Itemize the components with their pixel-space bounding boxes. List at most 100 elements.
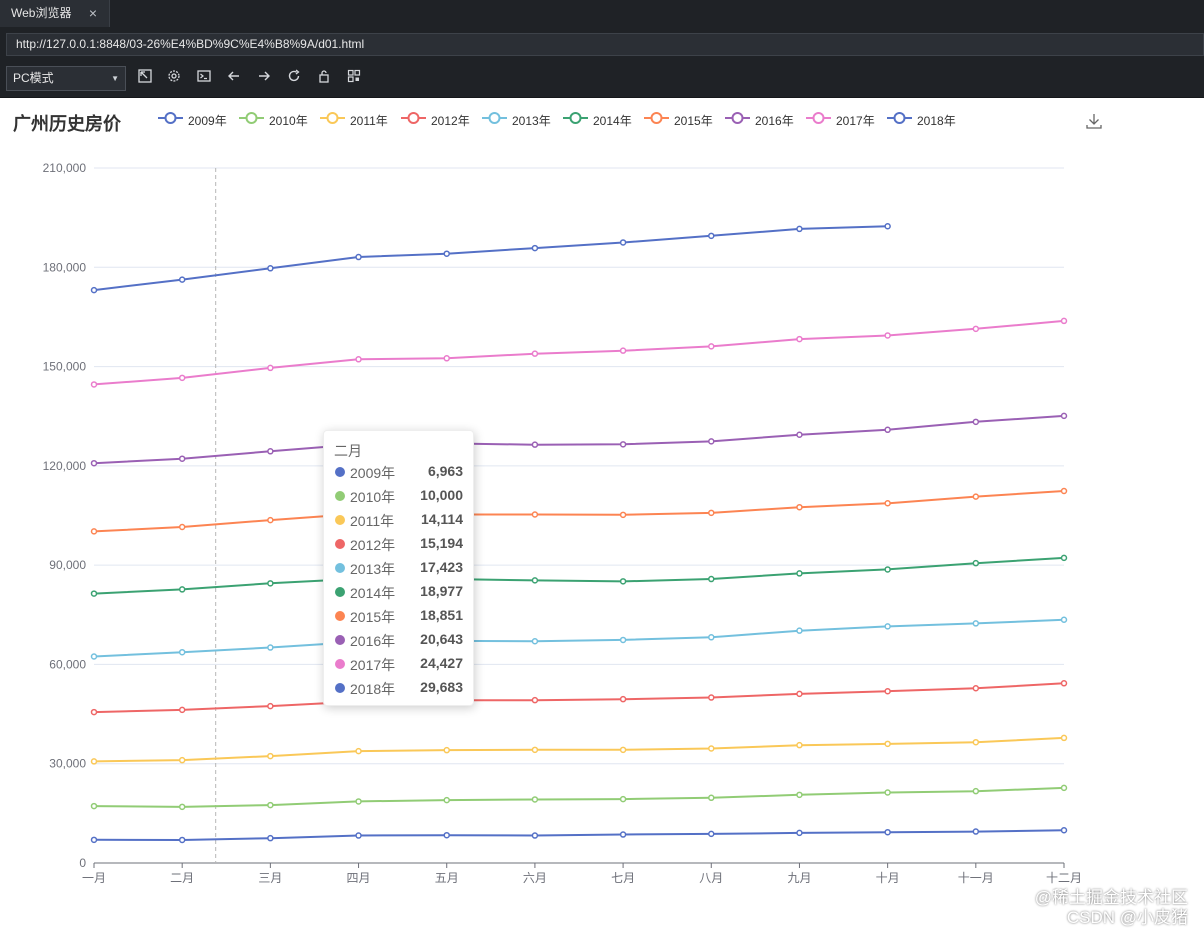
- data-point: [90, 653, 98, 660]
- data-point: [267, 752, 274, 760]
- data-point: [267, 448, 274, 455]
- data-point: [619, 511, 627, 519]
- expand-icon[interactable]: [136, 69, 154, 87]
- data-point: [884, 740, 891, 748]
- data-point: [796, 570, 803, 577]
- tooltip-series-name: 2017年: [350, 657, 396, 673]
- data-point: [884, 623, 891, 630]
- y-tick-label: 150,000: [43, 360, 87, 374]
- x-tick-label: 二月: [170, 871, 194, 885]
- watermark-line-1: @稀土掘金技术社区: [1034, 888, 1188, 907]
- tooltip-dot-icon: [335, 635, 345, 645]
- data-point: [178, 374, 186, 382]
- data-point: [796, 503, 803, 511]
- data-point: [884, 500, 891, 507]
- tooltip-row: 2015年 18,851: [334, 605, 463, 629]
- data-point: [619, 746, 627, 754]
- forward-icon[interactable]: [255, 69, 273, 87]
- qrcode-icon[interactable]: [345, 69, 363, 87]
- data-point: [355, 832, 362, 839]
- data-point: [531, 577, 539, 584]
- data-point: [90, 286, 98, 294]
- y-tick-label: 120,000: [43, 459, 87, 473]
- data-point: [708, 575, 715, 583]
- data-point: [972, 559, 980, 567]
- data-point: [443, 355, 450, 362]
- data-point: [884, 789, 891, 796]
- y-tick-label: 90,000: [49, 558, 86, 572]
- data-point: [267, 644, 274, 651]
- series-line: [93, 829, 1065, 842]
- tooltip-dot-icon: [335, 467, 345, 477]
- tooltip-dot-icon: [335, 515, 345, 525]
- x-tick-label: 五月: [435, 871, 459, 885]
- data-point: [178, 648, 186, 656]
- data-point: [884, 332, 891, 339]
- data-point: [178, 523, 186, 531]
- data-point: [619, 695, 627, 703]
- data-point: [708, 694, 715, 701]
- close-icon[interactable]: ×: [89, 0, 97, 27]
- mode-select[interactable]: PC模式 ▼: [6, 66, 126, 91]
- data-point: [619, 578, 627, 585]
- data-point: [267, 702, 274, 710]
- address-bar-row: http://127.0.0.1:8848/03-26%E4%BD%9C%E4%…: [0, 27, 1204, 61]
- tooltip-dot-icon: [335, 611, 345, 621]
- tooltip-dot-icon: [335, 683, 345, 693]
- data-point: [90, 708, 98, 716]
- tooltip-value: 18,851: [420, 607, 463, 623]
- tooltip-series-name: 2015年: [350, 609, 396, 625]
- data-point: [619, 831, 627, 838]
- data-point: [1060, 412, 1068, 420]
- y-tick-label: 180,000: [43, 260, 87, 274]
- lock-icon[interactable]: [315, 69, 333, 87]
- y-tick-label: 210,000: [43, 161, 87, 175]
- data-point: [619, 795, 627, 803]
- tooltip-value: 14,114: [420, 511, 463, 527]
- data-point: [884, 426, 891, 434]
- data-point: [708, 794, 715, 802]
- series-line: [93, 556, 1065, 595]
- tooltip-row: 2016年 20,643: [334, 629, 463, 653]
- x-tick-label: 三月: [258, 871, 282, 885]
- data-point: [619, 636, 627, 644]
- x-tick-label: 十二月: [1046, 871, 1082, 885]
- x-tick-label: 八月: [699, 871, 723, 885]
- data-point: [267, 580, 274, 587]
- refresh-icon[interactable]: [285, 69, 303, 87]
- data-point: [708, 634, 715, 641]
- tooltip-row: 2009年 6,963: [334, 461, 463, 485]
- data-point: [1060, 317, 1068, 325]
- data-point: [531, 244, 539, 252]
- series-line: [93, 618, 1065, 658]
- data-point: [972, 325, 980, 333]
- tooltip-dot-icon: [335, 659, 345, 669]
- series-line: [93, 490, 1065, 533]
- data-point: [1060, 734, 1068, 742]
- data-point: [796, 690, 803, 698]
- data-point: [972, 685, 980, 692]
- data-point: [972, 620, 980, 627]
- data-point: [972, 738, 980, 746]
- data-point: [90, 528, 98, 535]
- series-line: [93, 786, 1065, 808]
- address-bar[interactable]: http://127.0.0.1:8848/03-26%E4%BD%9C%E4%…: [6, 33, 1204, 56]
- data-point: [178, 455, 186, 462]
- series-line: [93, 319, 1065, 386]
- tooltip-row: 2018年 29,683: [334, 677, 463, 701]
- back-icon[interactable]: [225, 69, 243, 87]
- series-line: [93, 682, 1065, 714]
- series-line: [93, 414, 1065, 465]
- data-point: [267, 801, 274, 809]
- data-point: [90, 758, 98, 765]
- series-line: [93, 736, 1065, 763]
- data-point: [267, 265, 274, 272]
- settings-icon[interactable]: [165, 69, 183, 87]
- data-point: [1060, 487, 1068, 495]
- data-point: [355, 356, 362, 363]
- browser-tab[interactable]: Web浏览器 ×: [0, 0, 110, 27]
- data-point: [90, 802, 98, 810]
- console-icon[interactable]: [195, 69, 213, 87]
- tooltip-series-name: 2010年: [350, 489, 396, 505]
- data-point: [796, 627, 803, 634]
